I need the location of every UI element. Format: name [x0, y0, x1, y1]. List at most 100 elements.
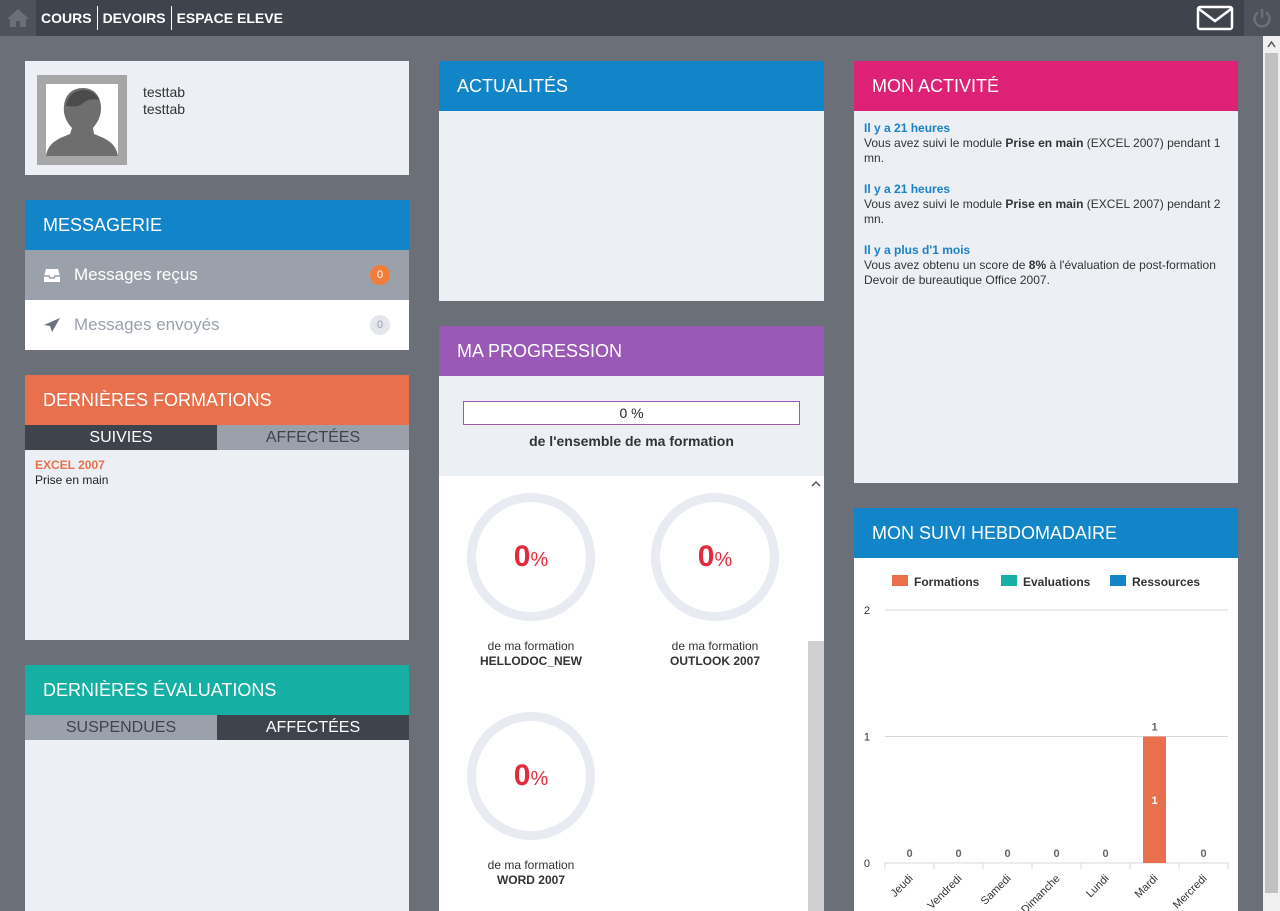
- legend-label: Formations: [914, 575, 980, 589]
- activity-text: Vous avez suivi le module: [864, 197, 1006, 211]
- percent-unit: %: [530, 549, 549, 571]
- formation-item-module: Prise en main: [35, 473, 109, 487]
- power-icon: [1253, 9, 1271, 28]
- y-tick-label: 1: [864, 732, 870, 744]
- avatar[interactable]: [37, 75, 127, 165]
- activity-item: Il y a plus d'1 mois Vous avez obtenu un…: [864, 243, 1228, 288]
- activity-list: Il y a 21 heures Vous avez suivi le modu…: [854, 111, 1238, 314]
- mail-button[interactable]: [1196, 4, 1234, 32]
- suivi-title: MON SUIVI HEBDOMADAIRE: [854, 508, 1238, 558]
- scroll-up-icon[interactable]: [1267, 40, 1276, 49]
- activity-time: Il y a 21 heures: [864, 182, 951, 196]
- course-progress-caption: de ma formation: [487, 639, 575, 653]
- actualites-title: ACTUALITÉS: [439, 61, 824, 111]
- bar-value-label: 0: [1200, 848, 1206, 860]
- weekly-chart: Formations Evaluations Ressources 0 1 2 0 Jeudi…: [864, 575, 1229, 911]
- messagerie-title: MESSAGERIE: [25, 200, 409, 250]
- overall-progress-bar: 0 %: [463, 401, 800, 425]
- user-silhouette-icon: [46, 88, 118, 156]
- y-tick-label: 2: [864, 605, 870, 617]
- actualites-panel: ACTUALITÉS: [439, 61, 824, 301]
- tab-suspendues[interactable]: SUSPENDUES: [25, 715, 217, 740]
- course-progress-list: 0% de ma formation HELLODOC_NEW 0% de ma…: [439, 476, 824, 911]
- percent-unit: %: [530, 768, 549, 790]
- activity-module: Prise en main: [1005, 197, 1084, 211]
- activity-time: Il y a 21 heures: [864, 121, 951, 135]
- messages-received-badge: 0: [370, 265, 390, 285]
- progress-ring: 0%: [651, 493, 779, 621]
- tab-affectees-eval[interactable]: AFFECTÉES: [217, 715, 409, 740]
- inbox-icon: [44, 269, 60, 282]
- activity-item: Il y a 21 heures Vous avez suivi le modu…: [864, 121, 1228, 166]
- top-bar: COURS DEVOIRS ESPACE ELEVE: [0, 0, 1280, 36]
- scroll-up-icon[interactable]: [811, 480, 821, 488]
- bar-value-label: 0: [1102, 848, 1108, 860]
- overall-progress-caption: de l'ensemble de ma formation: [529, 433, 734, 449]
- x-tick-label: Vendredi: [925, 873, 964, 911]
- course-progress-value: 0: [697, 540, 715, 573]
- evaluations-tabs: SUSPENDUES AFFECTÉES: [25, 715, 409, 740]
- messages-received-item[interactable]: Messages reçus 0: [25, 250, 409, 300]
- page-scrollbar-thumb[interactable]: [1265, 53, 1278, 893]
- nav-devoirs[interactable]: DEVOIRS: [98, 6, 172, 30]
- formation-item[interactable]: EXCEL 2007 Prise en main: [25, 450, 409, 496]
- messages-sent-label: Messages envoyés: [74, 315, 220, 334]
- course-name: OUTLOOK 2007: [669, 654, 761, 668]
- mail-icon: [1196, 5, 1234, 31]
- evaluations-panel: DERNIÈRES ÉVALUATIONS SUSPENDUES AFFECTÉ…: [25, 665, 409, 911]
- tab-suivies[interactable]: SUIVIES: [25, 425, 217, 450]
- course-progress-caption: de ma formation: [671, 639, 759, 653]
- evaluations-title: DERNIÈRES ÉVALUATIONS: [25, 665, 409, 715]
- course-progress-caption: de ma formation: [487, 858, 575, 872]
- legend-swatch: [1110, 575, 1126, 586]
- home-icon: [7, 9, 29, 27]
- x-tick-label: Mercredi: [1171, 873, 1210, 911]
- tab-affectees[interactable]: AFFECTÉES: [217, 425, 409, 450]
- bar-inner-label: 1: [1151, 795, 1157, 807]
- x-tick-label: Mardi: [1133, 873, 1161, 901]
- activity-module: Prise en main: [1005, 136, 1084, 150]
- course-progress-item[interactable]: 0% de ma formation OUTLOOK 2007: [623, 493, 807, 668]
- formations-panel: DERNIÈRES FORMATIONS SUIVIES AFFECTÉES E…: [25, 375, 409, 640]
- avatar-silhouette: [46, 84, 118, 156]
- bar-value-label: 1: [1151, 722, 1157, 734]
- course-progress-value: 0: [513, 759, 531, 792]
- profile-panel: testtab testtab: [25, 61, 409, 175]
- percent-unit: %: [714, 549, 733, 571]
- progress-list-scrollbar[interactable]: [808, 476, 824, 911]
- legend-label: Ressources: [1132, 575, 1200, 589]
- course-progress-item[interactable]: 0% de ma formation WORD 2007: [439, 712, 623, 887]
- formation-item-title[interactable]: EXCEL 2007: [35, 458, 399, 473]
- activite-title: MON ACTIVITÉ: [854, 61, 1238, 111]
- bar-value-label: 0: [1053, 848, 1059, 860]
- legend-swatch: [1001, 575, 1017, 586]
- course-progress-value: 0: [513, 540, 531, 573]
- legend-swatch: [892, 575, 908, 586]
- y-tick-label: 0: [864, 858, 870, 870]
- progression-panel: MA PROGRESSION 0 % de l'ensemble de ma f…: [439, 326, 824, 911]
- activity-score: 8%: [1028, 258, 1047, 272]
- activity-time: Il y a plus d'1 mois: [864, 243, 971, 257]
- progression-title: MA PROGRESSION: [439, 326, 824, 376]
- legend-label: Evaluations: [1023, 575, 1091, 589]
- progress-list-scrollbar-thumb[interactable]: [808, 641, 824, 911]
- formations-tabs: SUIVIES AFFECTÉES: [25, 425, 409, 450]
- nav-cours[interactable]: COURS: [36, 6, 98, 30]
- messagerie-panel: MESSAGERIE Messages reçus 0 Messages env…: [25, 200, 409, 350]
- messages-sent-item[interactable]: Messages envoyés 0: [25, 300, 409, 350]
- logout-button[interactable]: [1244, 0, 1280, 36]
- course-progress-item[interactable]: 0% de ma formation HELLODOC_NEW: [439, 493, 623, 668]
- suivi-panel: MON SUIVI HEBDOMADAIRE Formations Evaluat…: [854, 508, 1238, 911]
- page-scrollbar[interactable]: [1263, 36, 1280, 911]
- send-icon: [44, 318, 60, 332]
- x-tick-label: Lundi: [1084, 873, 1112, 901]
- messages-received-label: Messages reçus: [74, 265, 198, 284]
- course-name: HELLODOC_NEW: [480, 654, 582, 668]
- nav-espace-eleve[interactable]: ESPACE ELEVE: [172, 6, 288, 30]
- home-button[interactable]: [0, 0, 36, 36]
- progress-ring: 0%: [467, 493, 595, 621]
- activite-panel: MON ACTIVITÉ Il y a 21 heures Vous avez …: [854, 61, 1238, 483]
- bar-value-label: 0: [906, 848, 912, 860]
- activity-text: Vous avez obtenu un score de: [864, 258, 1029, 272]
- x-tick-label: Jeudi: [889, 873, 916, 900]
